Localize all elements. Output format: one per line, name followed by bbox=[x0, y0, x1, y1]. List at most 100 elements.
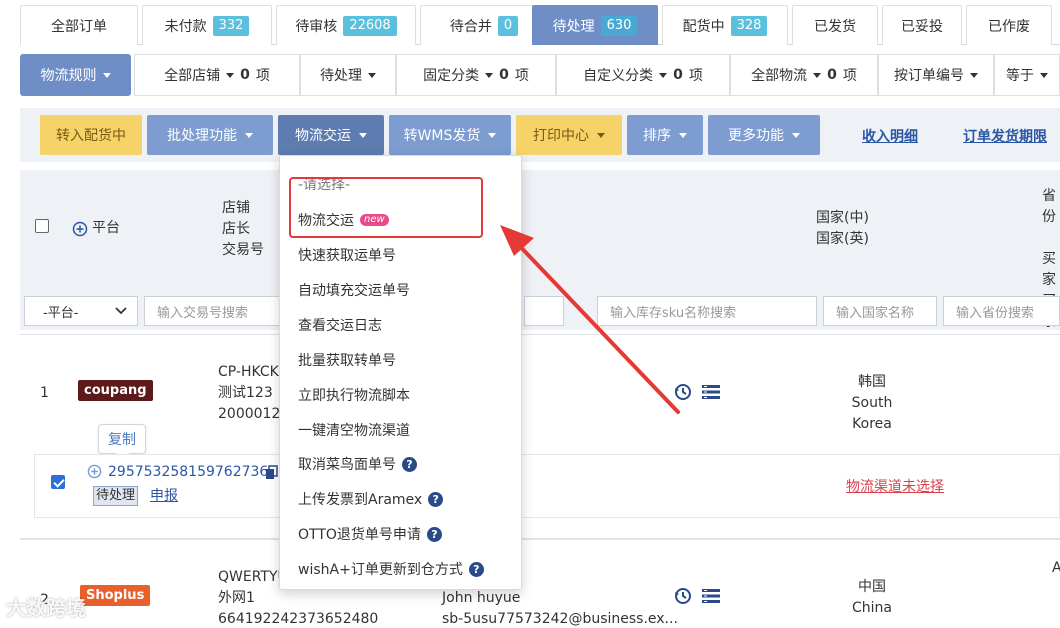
header-label: 平台 bbox=[92, 220, 120, 236]
list-detail-icon[interactable] bbox=[702, 588, 720, 604]
filter-label: 全部店铺 bbox=[164, 68, 221, 84]
menu-item-quick-waybill[interactable]: 快速获取运单号 bbox=[298, 245, 396, 265]
button-label: 转WMS发货 bbox=[403, 128, 481, 144]
list-detail-icon[interactable] bbox=[702, 384, 720, 400]
filter-label: 待处理 bbox=[320, 68, 362, 84]
tab-delivered[interactable]: 已妥投 bbox=[882, 5, 962, 45]
ship-deadline-link[interactable]: 订单发货期限 bbox=[963, 126, 1047, 146]
more-button[interactable]: 更多功能 bbox=[708, 115, 820, 155]
tab-pending-review[interactable]: 待审核 22608 bbox=[276, 5, 416, 45]
equals-select[interactable]: 等于 bbox=[994, 54, 1060, 96]
declare-link[interactable]: 申报 bbox=[150, 485, 178, 505]
tab-label: 已妥投 bbox=[901, 18, 943, 35]
logistics-rule-button[interactable]: 物流规则 bbox=[20, 54, 131, 96]
store-header: 店铺 店长 交易号 bbox=[222, 198, 264, 261]
all-logistics-filter[interactable]: 全部物流 0 项 bbox=[730, 54, 878, 96]
tab-pending-merge[interactable]: 待合并 0 bbox=[420, 5, 548, 45]
count-badge: 630 bbox=[600, 15, 638, 36]
history-icon[interactable] bbox=[673, 586, 693, 606]
caret-down-icon bbox=[1040, 72, 1048, 78]
caret-down-icon bbox=[245, 132, 253, 138]
select-all-checkbox[interactable] bbox=[35, 219, 49, 233]
caret-down-icon bbox=[813, 72, 822, 78]
buyer-email: sb-5usu77573242@business.ex... bbox=[442, 611, 678, 627]
plus-circle-icon[interactable] bbox=[87, 464, 102, 479]
sku-search-input[interactable]: 输入库存sku名称搜索 bbox=[597, 296, 817, 326]
shopkeeper: 外网1 bbox=[218, 590, 255, 606]
channel-warning-link[interactable]: 物流渠道未选择 bbox=[846, 476, 944, 496]
trade-no: 664192242373652480 bbox=[218, 611, 379, 627]
header-label: 店铺 bbox=[222, 200, 250, 216]
logistics-handover-button[interactable]: 物流交运 bbox=[278, 115, 384, 155]
fixed-category-filter[interactable]: 固定分类 0 项 bbox=[396, 54, 556, 96]
help-icon[interactable]: ? bbox=[428, 491, 444, 507]
print-center-button[interactable]: 打印中心 bbox=[516, 115, 622, 155]
platform-header[interactable]: 平台 bbox=[72, 218, 120, 239]
tab-all-orders[interactable]: 全部订单 bbox=[20, 5, 138, 45]
province-search-input[interactable]: 输入省份搜索 bbox=[943, 296, 1060, 326]
status-badge: 待处理 bbox=[93, 486, 139, 506]
menu-item-wish-update[interactable]: wishA+订单更新到仓方式? bbox=[298, 559, 484, 579]
custom-category-filter[interactable]: 自定义分类 0 项 bbox=[556, 54, 730, 96]
filter-row: 物流规则 全部店铺 0 项 待处理 固定分类 0 项 自定义分类 0 项 全部物流 0 项 按订… bbox=[20, 54, 1060, 96]
filter-label: 等于 bbox=[1006, 68, 1034, 84]
menu-item-upload-aramex[interactable]: 上传发票到Aramex? bbox=[298, 489, 444, 509]
tab-shipped[interactable]: 已发货 bbox=[792, 5, 878, 45]
button-label: 批处理功能 bbox=[167, 128, 237, 144]
count-badge: 22608 bbox=[343, 15, 397, 36]
batch-button[interactable]: 批处理功能 bbox=[147, 115, 273, 155]
caret-down-icon bbox=[226, 72, 235, 78]
menu-item-cancel-cainiao[interactable]: 取消菜鸟面单号? bbox=[298, 454, 417, 474]
menu-item-clear-channel[interactable]: 一键清空物流渠道 bbox=[298, 420, 410, 440]
filter-unit: 项 bbox=[842, 68, 857, 84]
header-label: 店长 bbox=[222, 221, 250, 237]
country-header: 国家(中) 国家(英) bbox=[816, 208, 869, 250]
help-icon[interactable]: ? bbox=[402, 456, 417, 472]
search-input-partial[interactable] bbox=[524, 296, 564, 326]
tab-picking[interactable]: 配货中 328 bbox=[662, 5, 788, 45]
trade-no-search-input[interactable]: 输入交易号搜索 bbox=[144, 296, 284, 326]
buyer-cell: John huyue sb-5usu77573242@business.ex..… bbox=[442, 588, 678, 628]
filter-unit: 项 bbox=[514, 68, 529, 84]
filter-unit: 项 bbox=[688, 68, 703, 84]
caret-down-icon bbox=[597, 132, 605, 138]
menu-item-run-script[interactable]: 立即执行物流脚本 bbox=[298, 385, 410, 405]
copy-icon[interactable] bbox=[265, 465, 279, 480]
menu-item-autofill-waybill[interactable]: 自动填充交运单号 bbox=[298, 280, 410, 300]
help-icon[interactable]: ? bbox=[426, 526, 442, 542]
plus-circle-icon bbox=[72, 221, 88, 236]
placeholder-text: 输入省份搜索 bbox=[956, 305, 1035, 321]
country-search-input[interactable]: 输入国家名称 bbox=[823, 296, 937, 326]
tab-label: 待合并 bbox=[449, 18, 492, 35]
filter-count: 0 bbox=[240, 67, 250, 83]
order-number[interactable]: 295753258159762736 bbox=[108, 462, 268, 483]
filter-label: 固定分类 bbox=[423, 68, 480, 84]
copy-tooltip[interactable]: 复制 bbox=[98, 424, 146, 454]
menu-item-label: 取消菜鸟面单号 bbox=[298, 457, 396, 473]
header-label: 买家 bbox=[1042, 251, 1056, 288]
platform-select[interactable]: -平台- bbox=[24, 296, 138, 326]
tab-voided[interactable]: 已作废 bbox=[966, 5, 1052, 45]
table-header: 平台 店铺 店长 交易号 国家(中) 国家(英) 省份 买家 买家 -平台- 输… bbox=[20, 170, 1060, 330]
tab-label: 已发货 bbox=[814, 18, 856, 35]
history-icon[interactable] bbox=[673, 382, 693, 402]
sort-button[interactable]: 排序 bbox=[627, 115, 703, 155]
to-picking-button[interactable]: 转入配货中 bbox=[40, 115, 142, 155]
to-wms-button[interactable]: 转WMS发货 bbox=[389, 115, 511, 155]
income-detail-link[interactable]: 收入明细 bbox=[862, 126, 918, 146]
menu-item-label: 快速获取运单号 bbox=[298, 248, 396, 264]
menu-item-otto-return[interactable]: OTTO退货单号申请? bbox=[298, 524, 442, 544]
toolbar: 转入配货中 批处理功能 物流交运 转WMS发货 打印中心 排序 更多功能 收入明… bbox=[20, 108, 1060, 162]
menu-item-batch-transfer-no[interactable]: 批量获取转单号 bbox=[298, 350, 396, 370]
header-label: 国家(中) bbox=[816, 210, 869, 226]
menu-item-handover-log[interactable]: 查看交运日志 bbox=[298, 315, 382, 335]
all-stores-filter[interactable]: 全部店铺 0 项 bbox=[134, 54, 300, 96]
help-icon[interactable]: ? bbox=[468, 561, 484, 577]
pending-filter[interactable]: 待处理 bbox=[300, 54, 396, 96]
tooltip-label: 复制 bbox=[108, 432, 136, 448]
by-order-no-select[interactable]: 按订单编号 bbox=[878, 54, 994, 96]
row-checkbox[interactable] bbox=[51, 475, 65, 489]
tab-pending[interactable]: 待处理 630 bbox=[532, 5, 658, 45]
tab-unpaid[interactable]: 未付款 332 bbox=[142, 5, 272, 45]
filter-label: 按订单编号 bbox=[894, 68, 964, 84]
